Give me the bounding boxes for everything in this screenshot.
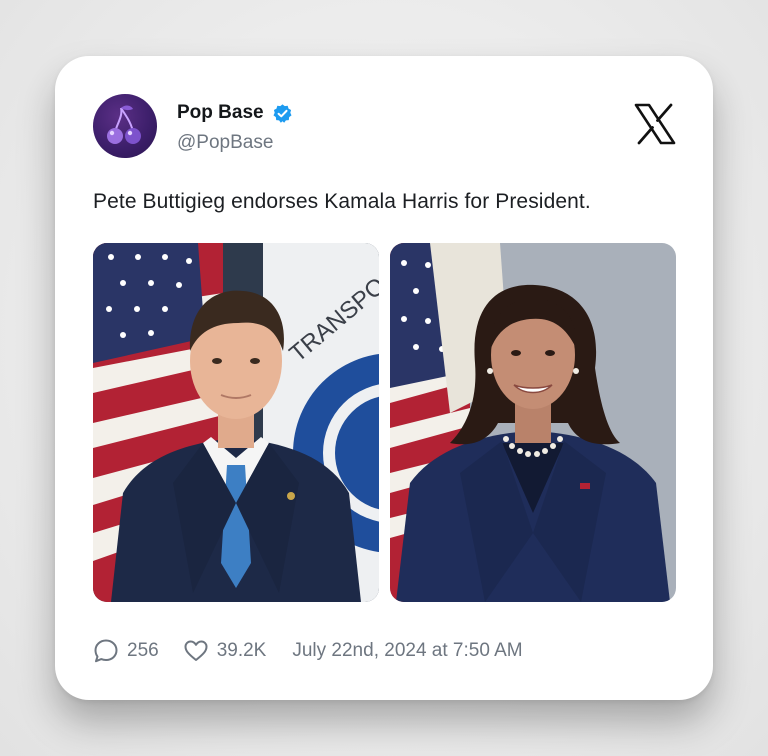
- post-footer: 256 39.2K July 22nd, 2024 at 7:50 AM: [93, 636, 523, 666]
- x-logo-icon[interactable]: [633, 102, 677, 146]
- author-name-row: Pop Base: [177, 102, 293, 124]
- like-button[interactable]: 39.2K: [183, 638, 267, 664]
- post-image-2[interactable]: [390, 243, 676, 602]
- post-timestamp[interactable]: July 22nd, 2024 at 7:50 AM: [292, 640, 522, 662]
- verified-badge-icon: [272, 103, 293, 124]
- heart-icon: [184, 640, 208, 661]
- like-count: 39.2K: [216, 640, 267, 661]
- post-image-1[interactable]: TRANSPO: [93, 243, 379, 602]
- display-name[interactable]: Pop Base: [177, 102, 264, 124]
- reply-button[interactable]: 256: [93, 638, 159, 664]
- post-card: Pop Base @PopBase Pete Buttigieg endorse…: [55, 56, 713, 700]
- reply-count: 256: [127, 640, 159, 661]
- cherries-icon: [107, 105, 141, 144]
- comment-icon: [94, 639, 118, 663]
- avatar[interactable]: [93, 94, 157, 158]
- handle[interactable]: @PopBase: [177, 132, 273, 154]
- post-text: Pete Buttigieg endorses Kamala Harris fo…: [93, 190, 591, 213]
